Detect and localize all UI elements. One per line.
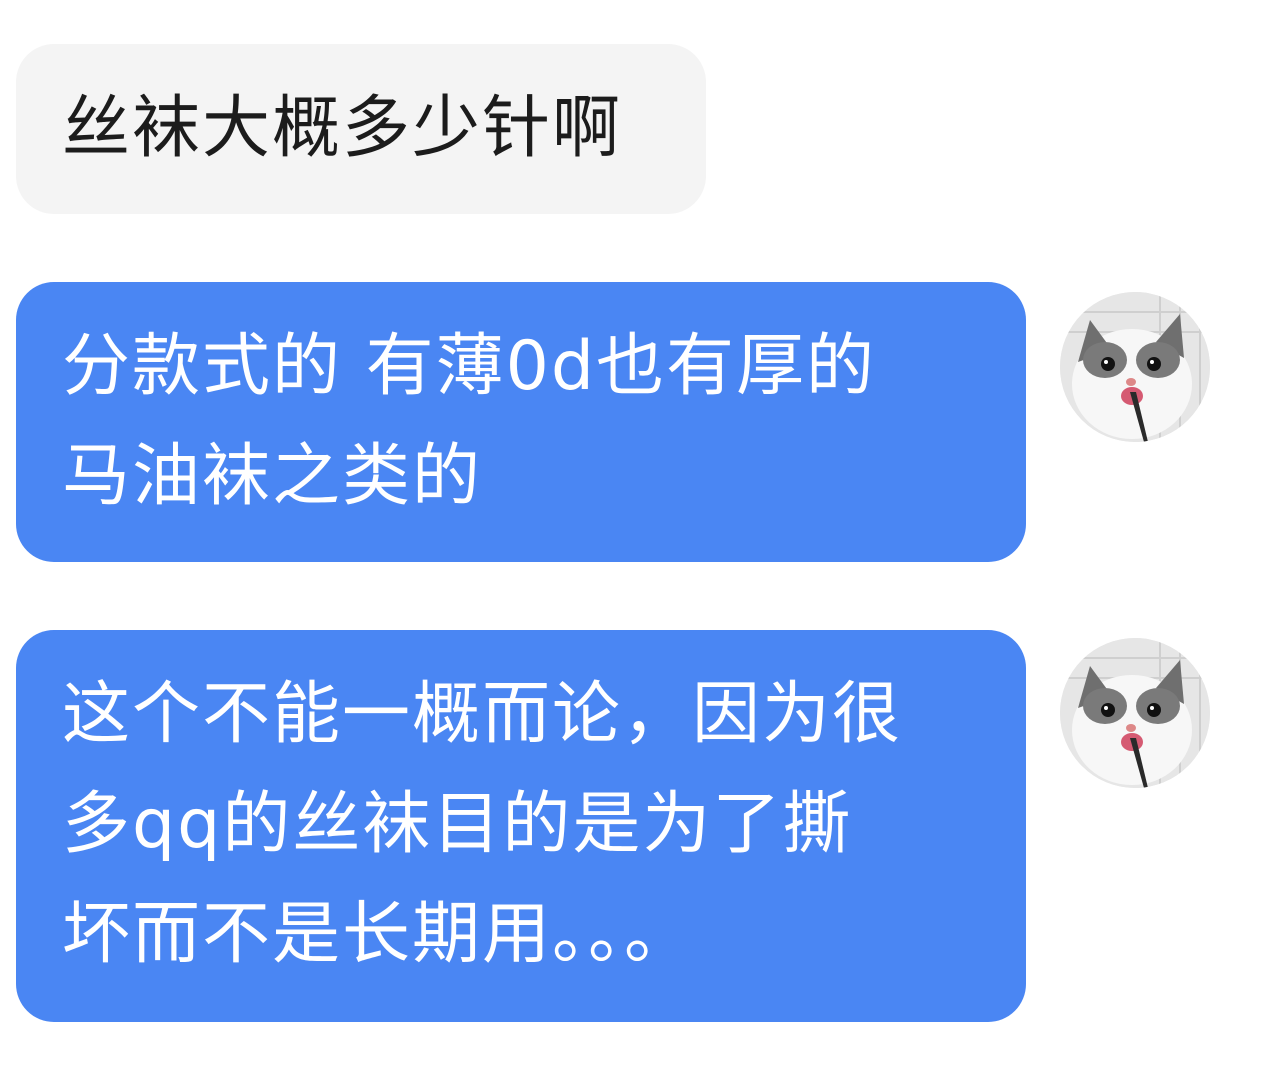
user-avatar[interactable]	[1060, 638, 1210, 788]
cat-avatar-icon	[1060, 292, 1210, 442]
message-bubble-outgoing[interactable]: 这个不能一概而论，因为很 多qq的丝袜目的是为了撕 坏而不是长期用。。。	[16, 630, 1026, 1022]
message-bubble-incoming[interactable]: 丝袜大概多少针啊	[16, 44, 706, 214]
cat-avatar-icon	[1060, 638, 1210, 788]
message-bubble-outgoing[interactable]: 分款式的 有薄0d也有厚的 马油袜之类的	[16, 282, 1026, 562]
user-avatar[interactable]	[1060, 292, 1210, 442]
